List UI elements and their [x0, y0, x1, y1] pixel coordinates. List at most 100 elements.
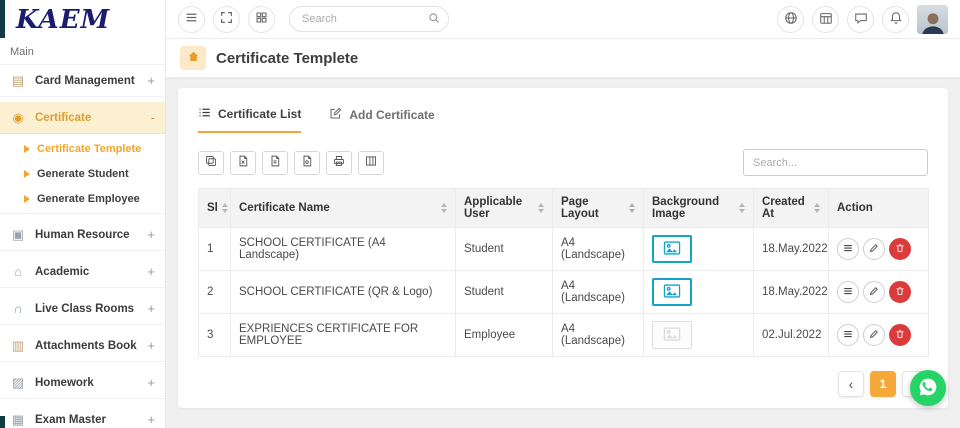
edit-button[interactable]: [863, 281, 885, 303]
column-header-action: Action: [829, 189, 929, 228]
apps-button[interactable]: [812, 6, 839, 33]
column-header-applicable-user[interactable]: Applicable User: [456, 189, 553, 228]
cell-background-image: [644, 314, 754, 357]
collapse-minus-icon[interactable]: -: [151, 110, 155, 125]
picture-icon: [663, 241, 681, 258]
sidebar-item-academic[interactable]: ⌂ Academic +: [0, 256, 165, 288]
headphones-icon: ∩: [10, 301, 26, 316]
delete-button[interactable]: [889, 281, 911, 303]
file-pdf-icon: [301, 155, 313, 170]
cell-sl: 3: [199, 314, 231, 357]
sort-icon: [222, 203, 228, 213]
background-image-thumbnail[interactable]: [652, 321, 692, 349]
pagination-prev-button[interactable]: ‹: [838, 371, 864, 397]
sidebar-item-label: Homework: [35, 377, 138, 389]
cell-applicable-user: Student: [456, 271, 553, 314]
sidebar-subitem-generate-employee[interactable]: Generate Employee: [0, 186, 165, 211]
trash-icon: [895, 329, 905, 342]
sidebar-item-live-class-rooms[interactable]: ∩ Live Class Rooms +: [0, 293, 165, 325]
sidebar-item-human-resource[interactable]: ▣ Human Resource +: [0, 219, 165, 251]
column-header-certificate-name[interactable]: Certificate Name: [231, 189, 456, 228]
expand-plus-icon[interactable]: +: [147, 338, 155, 353]
file-csv-icon: [269, 155, 281, 170]
tab-label: Certificate List: [218, 107, 301, 121]
print-button[interactable]: [326, 151, 352, 175]
export-csv-button[interactable]: [262, 151, 288, 175]
cell-certificate-name: SCHOOL CERTIFICATE (A4 Landscape): [231, 228, 456, 271]
notifications-button[interactable]: [882, 6, 909, 33]
edge-accent-bottom: [0, 416, 5, 428]
pagination: ‹ 1 ›: [198, 371, 928, 397]
sidebar-item-homework[interactable]: ▨ Homework +: [0, 367, 165, 399]
row-menu-button[interactable]: [837, 238, 859, 260]
exam-paper-icon: ▦: [10, 412, 26, 428]
table-row: 1 SCHOOL CERTIFICATE (A4 Landscape) Stud…: [199, 228, 929, 271]
language-button[interactable]: [777, 6, 804, 33]
user-avatar[interactable]: [917, 5, 948, 34]
export-excel-button[interactable]: [230, 151, 256, 175]
sidebar-item-attachments-book[interactable]: ▥ Attachments Book +: [0, 330, 165, 362]
certificate-card: Certificate List Add Certificate: [178, 88, 948, 408]
whatsapp-button[interactable]: [910, 370, 946, 406]
expand-plus-icon[interactable]: +: [147, 412, 155, 427]
column-header-sl[interactable]: Sl: [199, 189, 231, 228]
tab-certificate-list[interactable]: Certificate List: [198, 106, 301, 133]
edit-button[interactable]: [863, 324, 885, 346]
home-button[interactable]: [180, 46, 206, 70]
sort-icon: [538, 203, 544, 213]
column-header-background-image[interactable]: Background Image: [644, 189, 754, 228]
file-excel-icon: [237, 155, 249, 170]
caret-right-icon: [24, 170, 30, 178]
export-pdf-button[interactable]: [294, 151, 320, 175]
pagination-page-1[interactable]: 1: [870, 371, 896, 397]
delete-button[interactable]: [889, 238, 911, 260]
delete-button[interactable]: [889, 324, 911, 346]
tab-add-certificate[interactable]: Add Certificate: [329, 106, 434, 133]
column-header-page-layout[interactable]: Page Layout: [553, 189, 644, 228]
sidebar: KAEM Main ▤ Card Management + ◉ Certific…: [0, 0, 166, 428]
edit-square-icon: [329, 107, 342, 123]
cell-created-at: 18.May.2022: [754, 271, 829, 314]
fullscreen-button[interactable]: [213, 6, 240, 33]
cell-page-layout: A4 (Landscape): [553, 228, 644, 271]
table-search-input[interactable]: [743, 149, 928, 176]
monitor-icon: ▣: [10, 227, 26, 243]
global-search-input[interactable]: [289, 6, 449, 32]
sidebar-subitem-generate-student[interactable]: Generate Student: [0, 161, 165, 186]
picture-icon: [663, 327, 681, 344]
subitem-label: Certificate Templete: [37, 143, 141, 155]
trash-icon: [895, 243, 905, 256]
expand-plus-icon[interactable]: +: [147, 301, 155, 316]
sidebar-item-label: Live Class Rooms: [35, 303, 138, 315]
brand-logo[interactable]: KAEM: [0, 0, 165, 40]
expand-icon: [220, 11, 233, 27]
expand-plus-icon[interactable]: +: [147, 227, 155, 242]
sidebar-subitem-certificate-templete[interactable]: Certificate Templete: [0, 136, 165, 161]
edit-button[interactable]: [863, 238, 885, 260]
copy-button[interactable]: [198, 151, 224, 175]
row-menu-button[interactable]: [837, 324, 859, 346]
cell-background-image: [644, 271, 754, 314]
column-visibility-button[interactable]: [358, 151, 384, 175]
hamburger-icon: [843, 329, 853, 342]
background-image-thumbnail[interactable]: [652, 235, 692, 263]
book-icon: ▥: [10, 338, 26, 354]
sidebar-item-card-management[interactable]: ▤ Card Management +: [0, 65, 165, 97]
column-header-created-at[interactable]: Created At: [754, 189, 829, 228]
expand-plus-icon[interactable]: +: [147, 375, 155, 390]
sidebar-section-label: Main: [0, 40, 165, 64]
expand-plus-icon[interactable]: +: [147, 264, 155, 279]
row-menu-button[interactable]: [837, 281, 859, 303]
whatsapp-icon: [918, 377, 938, 400]
background-image-thumbnail[interactable]: [652, 278, 692, 306]
messages-button[interactable]: [847, 6, 874, 33]
table-header-row: Sl Certificate Name Applicable User Page…: [199, 189, 929, 228]
dashboard-grid-button[interactable]: [248, 6, 275, 33]
calendar-grid-icon: [819, 11, 833, 28]
sidebar-item-certificate[interactable]: ◉ Certificate -: [0, 102, 165, 134]
menu-toggle-button[interactable]: [178, 6, 205, 33]
sidebar-item-exam-master[interactable]: ▦ Exam Master +: [0, 404, 165, 428]
card-icon: ▤: [10, 73, 26, 89]
copy-icon: [205, 155, 217, 170]
expand-plus-icon[interactable]: +: [147, 73, 155, 88]
